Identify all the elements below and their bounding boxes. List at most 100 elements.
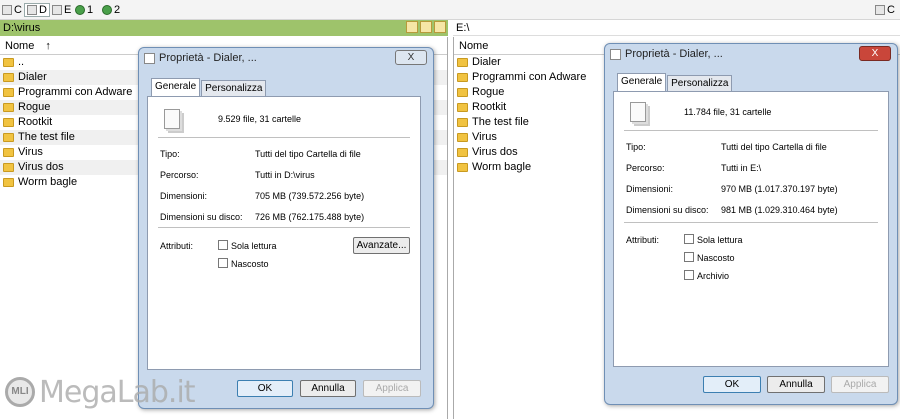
- dialog-title-bar[interactable]: Proprietà - Dialer, ... X: [139, 48, 433, 70]
- hidden-label: Nascosto: [231, 259, 269, 269]
- right-drive-button-c[interactable]: C: [875, 3, 895, 17]
- drive-button-d[interactable]: D: [24, 3, 50, 17]
- drive-label: E: [64, 4, 72, 16]
- size-on-disk-label: Dimensioni su disco:: [626, 205, 709, 215]
- size-on-disk-value: 981 MB (1.029.310.464 byte): [721, 205, 838, 215]
- folder-icon: [457, 133, 468, 142]
- folder-icon: [3, 103, 14, 112]
- hidden-checkbox[interactable]: [684, 252, 694, 262]
- folder-icon: [457, 118, 468, 127]
- archive-label: Archivio: [697, 271, 730, 281]
- drive-button-1[interactable]: 1: [75, 3, 93, 17]
- folder-icon: [457, 88, 468, 97]
- list-item-label: Programmi con Adware: [18, 86, 133, 98]
- files-summary: 9.529 file, 31 cartelle: [218, 114, 302, 124]
- apply-button[interactable]: Applica: [363, 380, 421, 397]
- size-value: 705 MB (739.572.256 byte): [255, 191, 365, 201]
- column-label: Nome: [459, 40, 489, 52]
- cancel-button[interactable]: Annulla: [300, 380, 356, 397]
- divider: [624, 222, 878, 223]
- list-item-label: The test file: [472, 116, 529, 128]
- properties-dialog-left: Proprietà - Dialer, ... X Generale Perso…: [138, 47, 434, 409]
- megalab-badge-icon: MLI: [5, 377, 35, 407]
- type-value: Tutti del tipo Cartella di file: [721, 142, 827, 152]
- properties-icon[interactable]: [406, 21, 418, 33]
- right-path-text: E:\: [456, 22, 470, 34]
- dialog-title: Proprietà - Dialer, ...: [159, 52, 257, 64]
- apply-button[interactable]: Applica: [831, 376, 889, 393]
- list-item-label: The test file: [18, 131, 75, 143]
- drive-button-c[interactable]: C: [2, 3, 22, 17]
- archive-checkbox[interactable]: [684, 270, 694, 280]
- list-item-label: Programmi con Adware: [472, 71, 587, 83]
- list-item-label: Virus dos: [472, 146, 518, 158]
- location-value: Tutti in E:\: [721, 163, 762, 173]
- size-label: Dimensioni:: [626, 184, 674, 194]
- folder-icon: [457, 148, 468, 157]
- cancel-button[interactable]: Annulla: [767, 376, 825, 393]
- general-tab-panel: 11.784 file, 31 cartelle Tipo: Tutti del…: [613, 91, 889, 367]
- tab-label: Generale: [621, 76, 663, 87]
- ok-button[interactable]: OK: [237, 380, 293, 397]
- list-item-label: Rogue: [472, 86, 505, 98]
- divider: [158, 227, 410, 228]
- multiple-files-icon: [164, 109, 180, 129]
- folder-icon: [457, 163, 468, 172]
- divider: [624, 130, 878, 131]
- folder-root-icon[interactable]: [434, 21, 446, 33]
- location-label: Percorso:: [160, 170, 199, 180]
- drive-icon: [2, 5, 12, 15]
- column-label: Nome: [5, 40, 35, 52]
- drive-icon: [27, 5, 37, 15]
- properties-dialog-right: Proprietà - Dialer, ... X Generale Perso…: [604, 43, 898, 405]
- list-item-label: Virus: [18, 146, 43, 158]
- list-item-label: Virus: [472, 131, 497, 143]
- folder-up-icon[interactable]: [420, 21, 432, 33]
- read-only-checkbox[interactable]: [684, 234, 694, 244]
- advanced-button[interactable]: Avanzate...: [353, 237, 410, 254]
- type-value: Tutti del tipo Cartella di file: [255, 149, 361, 159]
- tab-personalizza[interactable]: Personalizza: [667, 75, 733, 91]
- size-on-disk-label: Dimensioni su disco:: [160, 212, 243, 222]
- tab-personalizza[interactable]: Personalizza: [201, 80, 267, 96]
- drive-icon: [875, 5, 885, 15]
- attributes-label: Attributi:: [626, 235, 660, 245]
- list-item-label: Rogue: [18, 101, 51, 113]
- drive-button-e[interactable]: E: [52, 3, 71, 17]
- tab-generale[interactable]: Generale: [617, 73, 667, 91]
- location-label: Percorso:: [626, 163, 665, 173]
- cd-drive-icon: [52, 5, 62, 15]
- sort-arrow-icon: ↑: [45, 40, 51, 52]
- read-only-checkbox[interactable]: [218, 240, 228, 250]
- list-item-label: Rootkit: [18, 116, 53, 128]
- close-button[interactable]: X: [859, 46, 891, 61]
- read-only-label: Sola lettura: [231, 241, 277, 251]
- tab-label: Personalizza: [671, 78, 729, 89]
- list-item-label: ..: [18, 56, 25, 68]
- list-item-label: Virus dos: [18, 161, 64, 173]
- right-path-bar[interactable]: E:\: [453, 20, 900, 36]
- folder-properties-icon: [144, 53, 155, 64]
- left-path-bar[interactable]: D:\virus: [0, 20, 448, 36]
- tab-generale[interactable]: Generale: [151, 78, 201, 96]
- folder-icon: [3, 163, 14, 172]
- list-item-label: Worm bagle: [472, 161, 532, 173]
- folder-icon: [457, 58, 468, 67]
- drive-bar: C D E 1 2 C: [0, 0, 900, 20]
- hidden-checkbox[interactable]: [218, 258, 228, 268]
- drive-label: C: [14, 4, 22, 16]
- folder-icon: [3, 148, 14, 157]
- folder-properties-icon: [610, 49, 621, 60]
- tab-label: Generale: [155, 81, 197, 92]
- multiple-files-icon: [630, 102, 646, 122]
- size-value: 970 MB (1.017.370.197 byte): [721, 184, 838, 194]
- watermark-logo: MLI MegaLab.it: [5, 372, 196, 412]
- type-label: Tipo:: [626, 142, 646, 152]
- list-item-label: Worm bagle: [18, 176, 78, 188]
- close-button[interactable]: X: [395, 50, 427, 65]
- ok-button[interactable]: OK: [703, 376, 761, 393]
- dialog-title-bar[interactable]: Proprietà - Dialer, ... X: [605, 44, 897, 66]
- folder-icon: [3, 178, 14, 187]
- watermark-text: MegaLab.it: [39, 374, 196, 410]
- drive-button-2[interactable]: 2: [102, 3, 120, 17]
